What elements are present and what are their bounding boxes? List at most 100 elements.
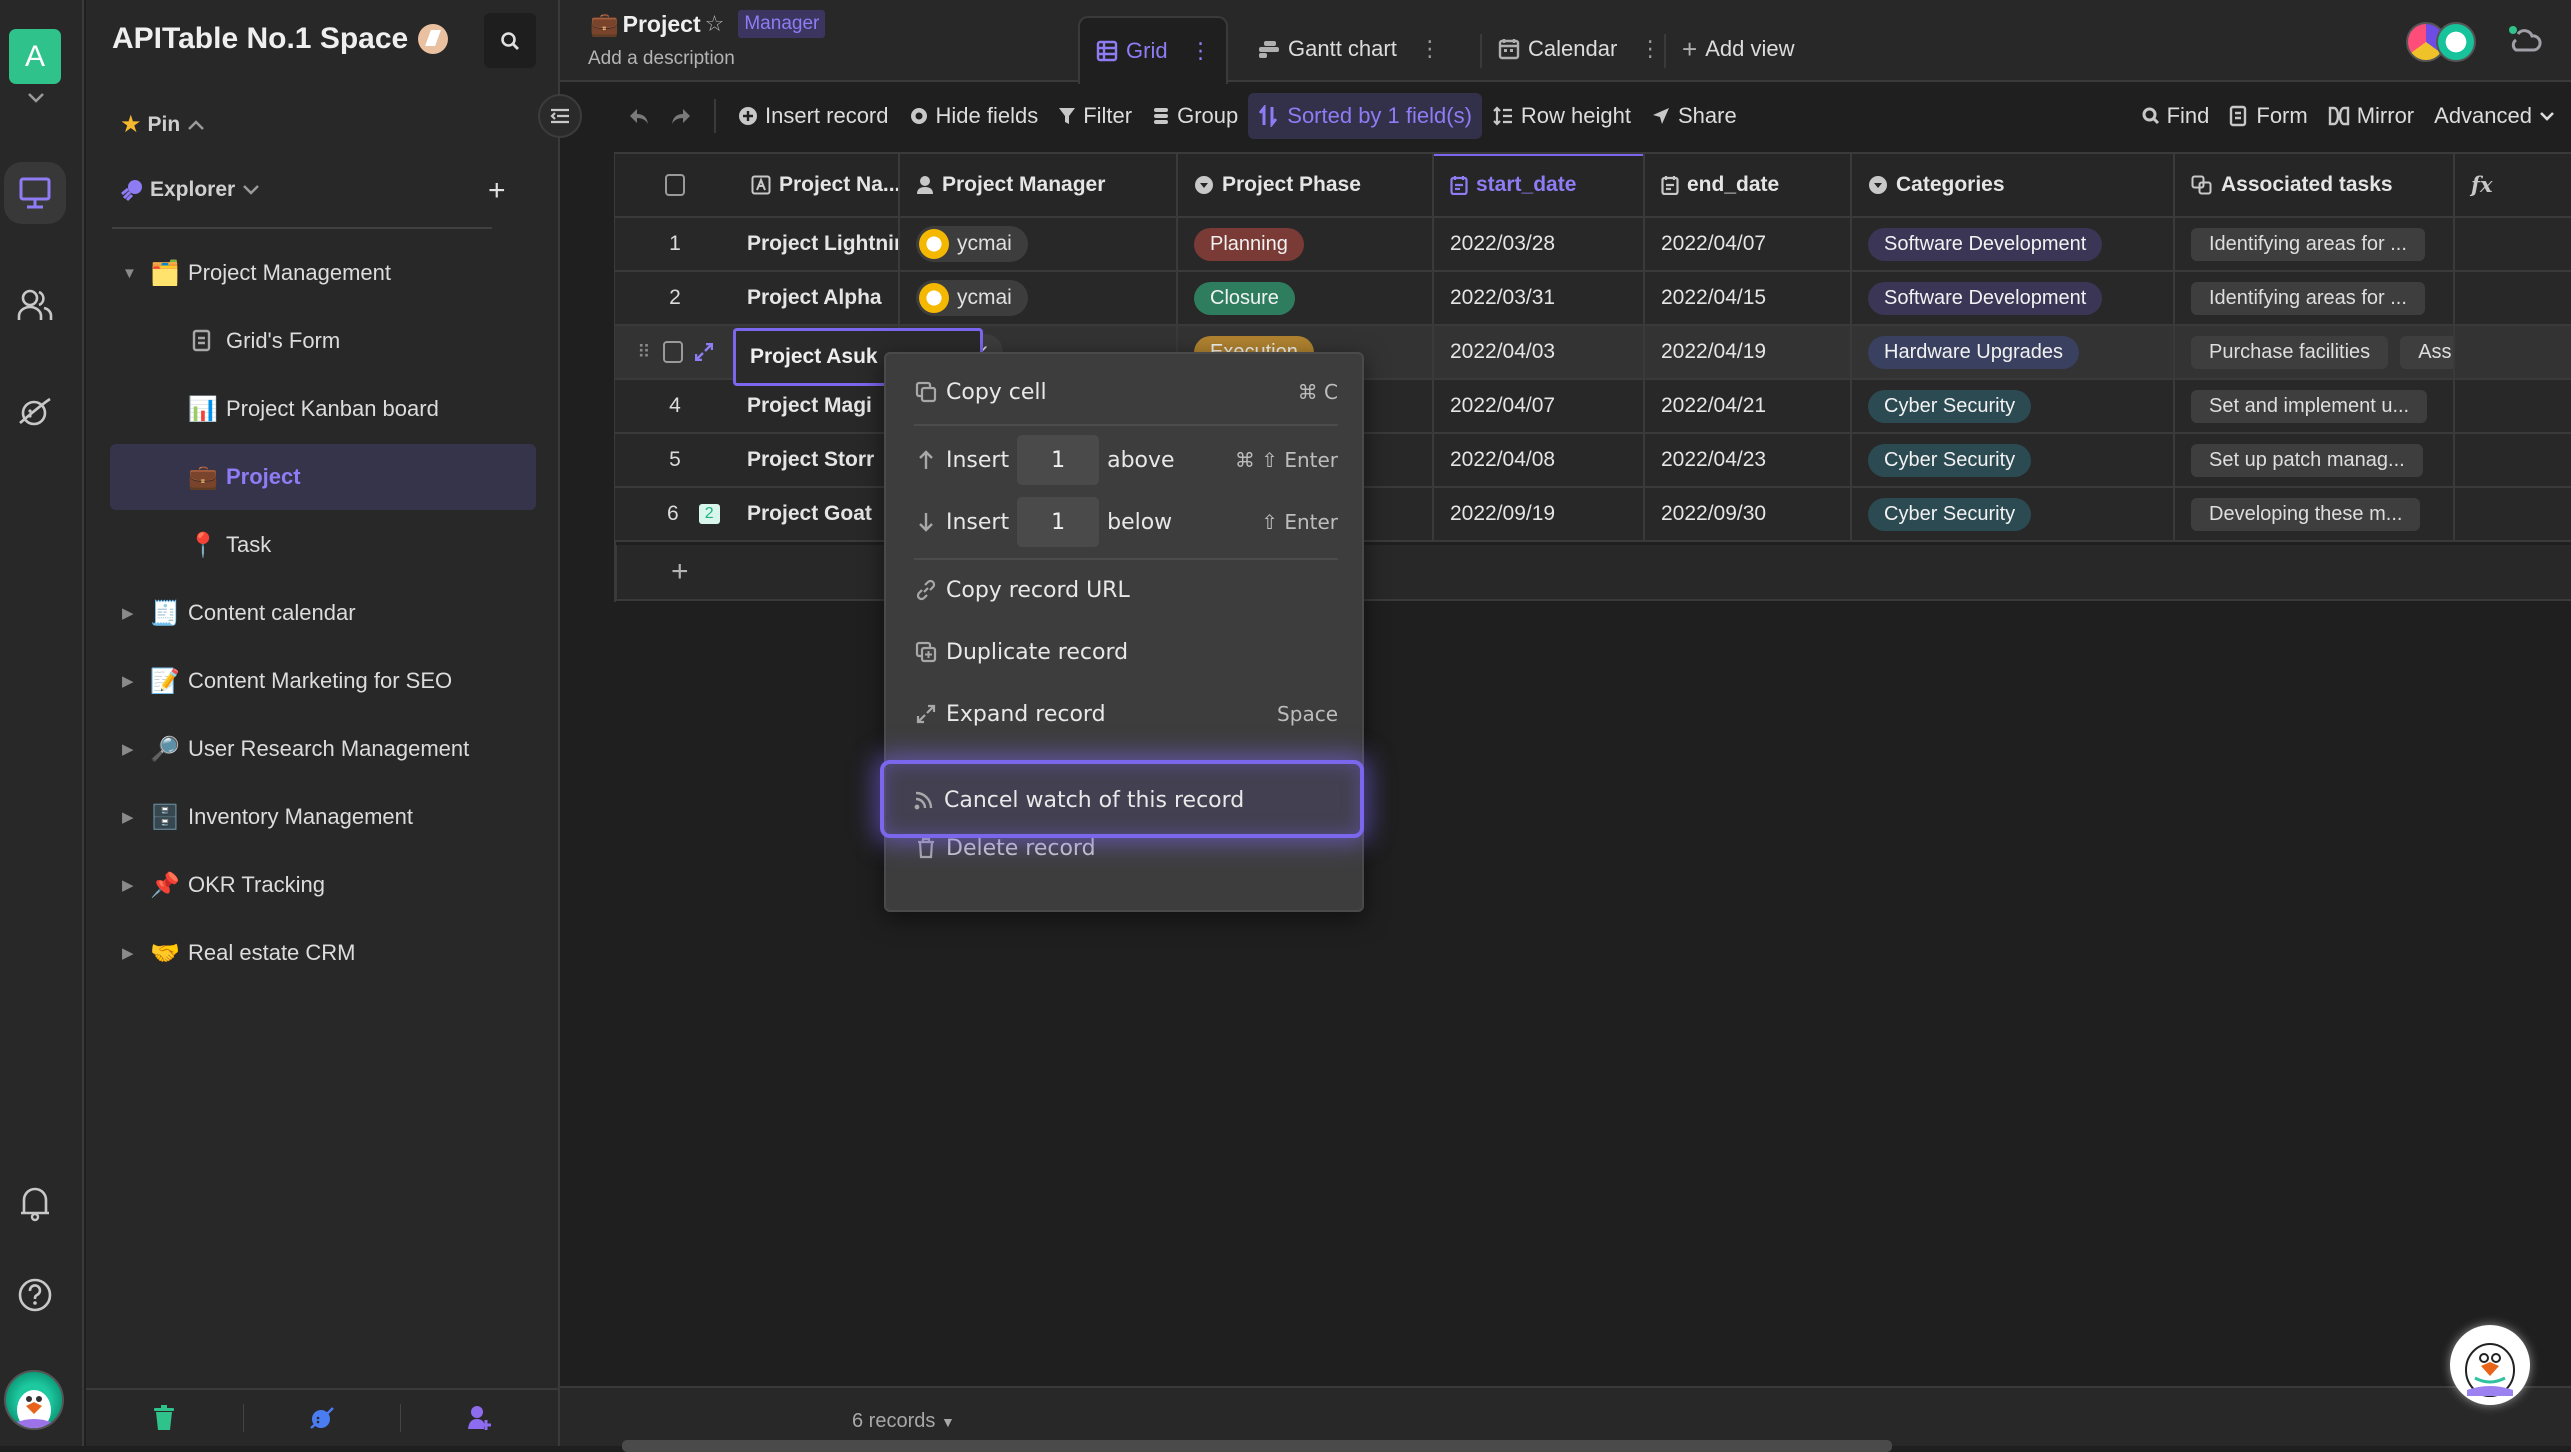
add-view-button[interactable]: + Add view xyxy=(1666,16,1810,82)
cell-end-date[interactable]: 2022/04/19 xyxy=(1645,326,1852,378)
cell-formula[interactable] xyxy=(2455,326,2571,378)
cell-associated-tasks[interactable]: Set and implement u... xyxy=(2175,380,2455,432)
row-index-cell[interactable]: 2 xyxy=(615,272,735,324)
caret-right-icon[interactable]: ▶ xyxy=(122,672,136,690)
sidebar-node[interactable]: 📍 Task xyxy=(110,512,536,578)
column-header-tasks[interactable]: Associated tasks xyxy=(2175,154,2455,216)
view-more-icon[interactable]: ⋮ xyxy=(1419,36,1441,62)
undo-button[interactable] xyxy=(618,93,660,139)
caret-right-icon[interactable]: ▶ xyxy=(122,740,136,758)
description-field[interactable]: Add a description xyxy=(588,48,735,70)
cell-category[interactable]: Software Development xyxy=(1852,272,2175,324)
cell-end-date[interactable]: 2022/04/07 xyxy=(1645,218,1852,270)
cell-category[interactable]: Hardware Upgrades xyxy=(1852,326,2175,378)
cell-start-date[interactable]: 2022/03/31 xyxy=(1434,272,1645,324)
cell-end-date[interactable]: 2022/04/23 xyxy=(1645,434,1852,486)
record-count[interactable]: 6 records ▼ xyxy=(852,1410,955,1433)
column-header-pm[interactable]: Project Manager xyxy=(900,154,1178,216)
menu-copy-record-url[interactable]: Copy record URL xyxy=(914,566,1338,614)
horizontal-scrollbar[interactable] xyxy=(622,1440,1892,1452)
find-button[interactable]: Find xyxy=(2132,93,2220,139)
sync-status-button[interactable] xyxy=(2506,22,2548,58)
cell-project-phase[interactable]: Planning xyxy=(1178,218,1434,270)
cell-start-date[interactable]: 2022/04/07 xyxy=(1434,380,1645,432)
row-index-cell[interactable]: 4 xyxy=(615,380,735,432)
caret-right-icon[interactable]: ▶ xyxy=(122,944,136,962)
node-title-text[interactable]: Project xyxy=(623,11,701,38)
expand-record-icon[interactable] xyxy=(694,343,713,361)
cell-project-name[interactable]: Project Goat xyxy=(735,488,900,540)
menu-copy-cell[interactable]: Copy cell ⌘ C xyxy=(914,368,1338,416)
select-all-checkbox[interactable] xyxy=(665,174,685,196)
cell-end-date[interactable]: 2022/04/21 xyxy=(1645,380,1852,432)
add-node-button[interactable]: + xyxy=(488,176,506,206)
column-header-start[interactable]: start_date xyxy=(1434,154,1645,216)
menu-expand-record[interactable]: Expand record Space xyxy=(914,690,1338,738)
cell-category[interactable]: Software Development xyxy=(1852,218,2175,270)
cell-project-manager[interactable]: ycmai xyxy=(900,272,1178,324)
row-height-button[interactable]: Row height xyxy=(1482,93,1641,139)
sort-button[interactable]: Sorted by 1 field(s) xyxy=(1248,93,1482,139)
sidebar-node[interactable]: ▶ 📌 OKR Tracking xyxy=(110,852,536,918)
sidebar-node[interactable]: ▶ 🤝 Real estate CRM xyxy=(110,920,536,986)
column-header-phase[interactable]: Project Phase xyxy=(1178,154,1434,216)
template-center-button[interactable] xyxy=(244,1398,401,1438)
column-header-fx[interactable]: fx xyxy=(2455,154,2571,216)
cell-associated-tasks[interactable]: Purchase facilities Ass xyxy=(2175,326,2455,378)
cell-associated-tasks[interactable]: Developing these m... xyxy=(2175,488,2455,540)
view-more-icon[interactable]: ⋮ xyxy=(1190,38,1212,64)
cell-project-phase[interactable]: Closure xyxy=(1178,272,1434,324)
explorer-section-toggle[interactable]: Explorer xyxy=(120,178,261,202)
cell-associated-tasks[interactable]: Identifying areas for ... xyxy=(2175,272,2455,324)
cell-category[interactable]: Cyber Security xyxy=(1852,434,2175,486)
sidebar-node[interactable]: ▶ 📝 Content Marketing for SEO xyxy=(110,648,536,714)
filter-button[interactable]: Filter xyxy=(1048,93,1142,139)
cell-end-date[interactable]: 2022/04/15 xyxy=(1645,272,1852,324)
ai-assistant-button[interactable] xyxy=(2450,1325,2530,1405)
menu-insert-below[interactable]: Insert 1 below ⇧ Enter xyxy=(914,494,1338,550)
caret-down-icon[interactable]: ▼ xyxy=(122,265,137,282)
cell-formula[interactable] xyxy=(2455,218,2571,270)
pin-section-toggle[interactable]: ★ Pin xyxy=(120,110,206,139)
view-more-icon[interactable]: ⋮ xyxy=(1639,36,1661,62)
cell-formula[interactable] xyxy=(2455,380,2571,432)
insert-above-count-input[interactable]: 1 xyxy=(1017,435,1100,485)
sidebar-node[interactable]: 📊 Project Kanban board xyxy=(110,376,536,442)
row-checkbox[interactable] xyxy=(662,341,683,363)
invite-member-button[interactable] xyxy=(401,1398,558,1438)
cell-formula[interactable] xyxy=(2455,272,2571,324)
cell-category[interactable]: Cyber Security xyxy=(1852,380,2175,432)
form-button[interactable]: Form xyxy=(2219,93,2317,139)
drag-handle-icon[interactable]: ⠿ xyxy=(637,342,650,363)
cell-project-manager[interactable]: ycmai xyxy=(900,218,1178,270)
caret-right-icon[interactable]: ▶ xyxy=(122,808,136,826)
help-button[interactable] xyxy=(4,1264,66,1326)
cell-start-date[interactable]: 2022/04/08 xyxy=(1434,434,1645,486)
group-button[interactable]: Group xyxy=(1142,93,1248,139)
insert-record-button[interactable]: Insert record xyxy=(728,93,899,139)
cell-project-name[interactable]: Project Magi xyxy=(735,380,900,432)
space-name[interactable]: APITable No.1 Space xyxy=(112,22,449,56)
row-index-cell[interactable]: 62 xyxy=(615,488,735,540)
cell-formula[interactable] xyxy=(2455,488,2571,540)
collapse-sidebar-button[interactable] xyxy=(538,94,582,138)
cell-associated-tasks[interactable]: Set up patch manag... xyxy=(2175,434,2455,486)
trash-button[interactable] xyxy=(86,1398,243,1438)
sidebar-node[interactable]: ▶ 🧾 Content calendar xyxy=(110,580,536,646)
rail-contacts-button[interactable] xyxy=(4,274,66,336)
comment-count-badge[interactable]: 2 xyxy=(698,504,720,524)
sidebar-node[interactable]: Grid's Form xyxy=(110,308,536,374)
insert-below-count-input[interactable]: 1 xyxy=(1017,497,1100,547)
menu-insert-above[interactable]: Insert 1 above ⌘ ⇧ Enter xyxy=(914,432,1338,488)
cell-end-date[interactable]: 2022/09/30 xyxy=(1645,488,1852,540)
cell-project-name[interactable]: Project Alpha xyxy=(735,272,900,324)
cell-category[interactable]: Cyber Security xyxy=(1852,488,2175,540)
rail-templates-button[interactable] xyxy=(4,380,66,442)
search-button[interactable] xyxy=(484,13,536,68)
column-header-name[interactable]: Project Na...⋮ xyxy=(735,154,900,216)
cell-project-name[interactable]: Project Lightning xyxy=(735,218,900,270)
row-index-cell[interactable]: 1 xyxy=(615,218,735,270)
online-collaborators[interactable] xyxy=(2406,22,2476,62)
menu-cancel-watch[interactable]: Cancel watch of this record xyxy=(912,776,1336,824)
cell-associated-tasks[interactable]: Identifying areas for ... xyxy=(2175,218,2455,270)
